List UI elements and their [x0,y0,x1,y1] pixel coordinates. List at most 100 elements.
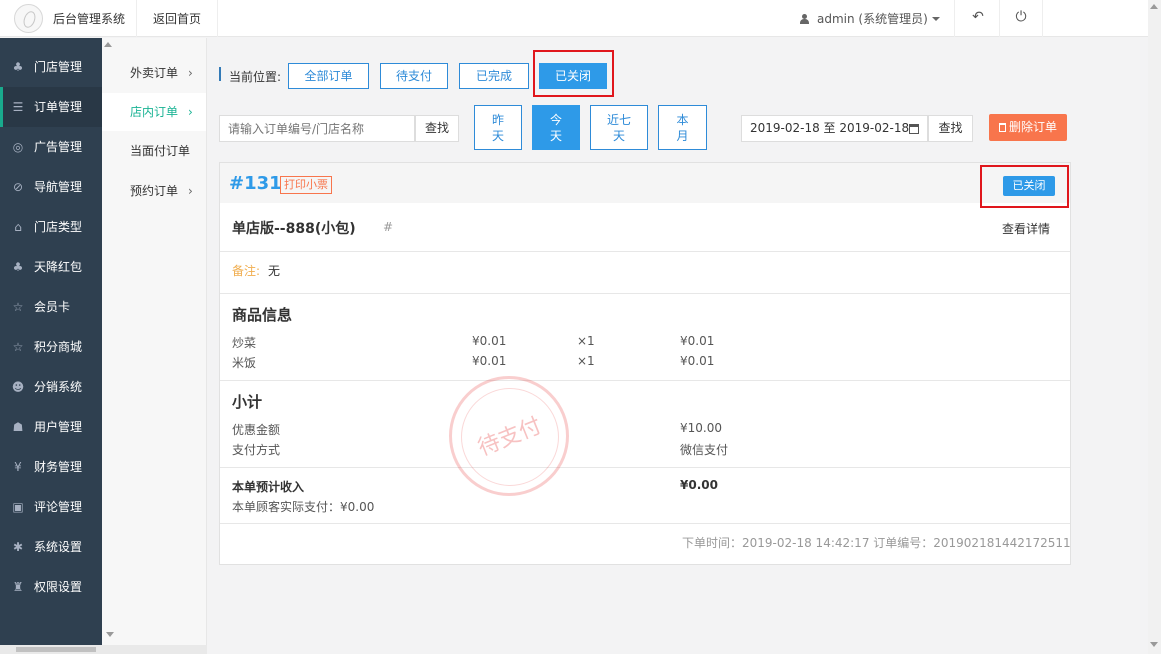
sidebar-item-label: 导航管理 [34,180,83,194]
main-sidebar: ♣ 门店管理 ☰ 订单管理 ◎ 广告管理 ⊘ 导航管理 ⌂ 门店类型 ♣ 天降红包 ☆ 会员卡… [0,38,102,654]
date-btn-line: 近七 [606,113,631,127]
date-btn-line: 天 [612,129,625,143]
undo-icon: ↶ [972,9,984,25]
top-header: 后台管理系统 返回首页 admin (系统管理员) ↶ ⏻ [0,0,1148,37]
sidebar-item-distribution[interactable]: ☻ 分销系统 [0,367,102,407]
order-footer-info: 下单时间：2019-02-18 14:42:17 订单编号：2019021814… [682,536,1071,550]
location-label: 当前位置: [229,70,282,84]
lock-icon: ♜ [12,580,24,594]
order-search-input[interactable] [219,115,415,142]
discount-label: 优惠金额 [232,423,281,437]
sidebar-item-label: 会员卡 [34,300,71,314]
stamp-text: 待支付 [474,413,546,462]
bank-icon: ⌂ [14,220,22,234]
cubes-icon: ♣ [12,260,24,274]
delete-order-label: 删除订单 [1008,120,1057,134]
delete-order-button[interactable]: 删除订单 [989,114,1067,141]
sidebar-item-store[interactable]: ♣ 门店管理 [0,47,102,87]
subnav-item-face-pay[interactable]: 当面付订单 [102,132,206,170]
sidebar-item-finance[interactable]: ¥ 财务管理 [0,447,102,487]
last-seven-days-button[interactable]: 近七天 [590,105,648,150]
goods-name: 米饭 [232,356,257,370]
view-detail-link[interactable]: 查看详情 [1002,220,1050,237]
yesterday-button[interactable]: 昨天 [474,105,522,150]
chevron-right-icon: › [188,105,193,119]
sidebar-item-label: 天降红包 [34,260,83,274]
sidebar-item-store-type[interactable]: ⌂ 门店类型 [0,207,102,247]
goods-name: 炒菜 [232,336,257,350]
status-pending-button[interactable]: 待支付 [380,63,448,89]
highlight-box [980,165,1069,208]
sidebar-item-label: 订单管理 [34,100,83,114]
star-icon: ☆ [12,300,24,314]
date-btn-line: 今 [549,113,562,127]
store-icon: ♣ [12,60,24,74]
sidebar-item-permissions[interactable]: ♜ 权限设置 [0,567,102,607]
sidebar-scroll-down[interactable] [106,632,114,637]
user-menu[interactable]: admin (系统管理员) [786,0,955,37]
subnav-item-label: 当面付订单 [130,144,191,158]
goods-qty: ×1 [577,334,595,348]
money-icon: ▣ [12,500,24,514]
divider [220,467,1070,468]
back-home-link[interactable]: 返回首页 [136,0,219,37]
subnav-item-label: 预约订单 [130,184,179,198]
scroll-up-arrow-icon[interactable] [1150,4,1158,9]
sidebar-item-label: 权限设置 [34,580,83,594]
search-button[interactable]: 查找 [415,115,459,142]
date-btn-line: 天 [549,129,562,143]
pending-payment-stamp: 待支付 [449,376,569,496]
sidebar-item-label: 积分商城 [34,340,83,354]
sidebar-item-points-mall[interactable]: ☆ 积分商城 [0,327,102,367]
date-range-input[interactable]: 2019-02-18 至 2019-02-18 [741,115,928,142]
remark-label: 备注: [232,264,261,278]
sidebar-item-label: 广告管理 [34,140,83,154]
sidebar-item-label: 分销系统 [34,380,83,394]
compass-icon: ⊘ [12,180,24,194]
date-btn-line: 月 [676,129,689,143]
lifebuoy-icon: ◎ [12,140,24,154]
date-range-value: 2019-02-18 至 2019-02-18 [750,121,910,135]
subnav-item-dine-in[interactable]: 店内订单 › [102,93,206,131]
back-button[interactable]: ↶ [957,0,1000,37]
subnav-item-takeout[interactable]: 外卖订单 › [102,54,206,92]
income-value: ¥0.00 [680,478,718,492]
scroll-down-arrow-icon[interactable] [1150,642,1158,647]
sidebar-scroll-up[interactable] [104,42,112,47]
users-icon: ☻ [11,380,25,394]
today-button[interactable]: 今天 [532,105,580,150]
order-panel: #131 打印小票 已关闭 单店版--888(小包) # 查看详情 备注: 无 … [219,162,1071,565]
star-icon: ☆ [12,340,24,354]
divider [220,251,1070,252]
goods-total: ¥0.01 [680,354,715,368]
page-scrollbar[interactable] [1148,0,1161,654]
sidebar-item-label: 用户管理 [34,420,83,434]
yen-icon: ¥ [14,460,22,474]
sidebar-item-red-packet[interactable]: ♣ 天降红包 [0,247,102,287]
sidebar-item-comments[interactable]: ▣ 评论管理 [0,487,102,527]
sidebar-item-users[interactable]: ☗ 用户管理 [0,407,102,447]
sidebar-item-nav[interactable]: ⊘ 导航管理 [0,167,102,207]
order-panel-header: #131 打印小票 已关闭 [220,163,1070,203]
print-receipt-button[interactable]: 打印小票 [280,176,332,194]
sub-nav: 外卖订单 › 店内订单 › 当面付订单 预约订单 › [102,38,207,654]
divider [220,293,1070,294]
status-completed-button[interactable]: 已完成 [459,63,529,89]
logout-button[interactable]: ⏻ [1000,0,1043,37]
date-search-button[interactable]: 查找 [928,115,973,142]
list-icon: ☰ [12,100,24,114]
chevron-right-icon: › [188,184,193,198]
sidebar-item-ads[interactable]: ◎ 广告管理 [0,127,102,167]
sidebar-item-member-card[interactable]: ☆ 会员卡 [0,287,102,327]
sidebar-item-label: 门店类型 [34,220,83,234]
scrollbar-thumb[interactable] [16,647,96,652]
subnav-item-reservation[interactable]: 预约订单 › [102,172,206,210]
chevron-right-icon: › [188,66,193,80]
status-all-button[interactable]: 全部订单 [288,63,369,89]
sidebar-horizontal-scrollbar[interactable] [0,645,207,654]
this-month-button[interactable]: 本月 [658,105,707,150]
hash-tag: # [383,220,394,234]
sidebar-item-orders[interactable]: ☰ 订单管理 [0,87,102,127]
sidebar-item-settings[interactable]: ✱ 系统设置 [0,527,102,567]
subnav-item-label: 外卖订单 [130,66,179,80]
